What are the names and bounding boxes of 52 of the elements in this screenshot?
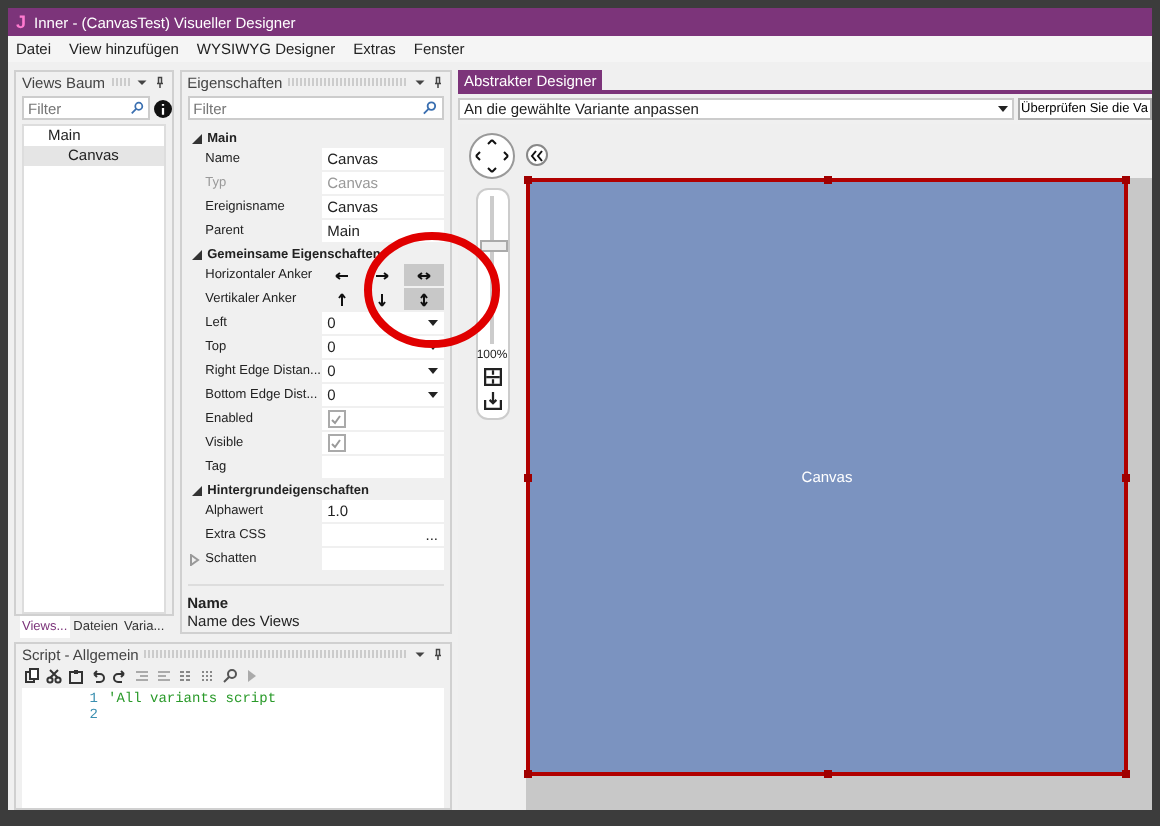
copy-icon[interactable] (24, 667, 40, 683)
app-logo: J (16, 12, 27, 32)
resize-handle[interactable] (524, 770, 532, 778)
resize-handle[interactable] (1122, 176, 1130, 184)
right-arrow-icon (374, 267, 391, 283)
collapse-button[interactable] (526, 144, 548, 166)
resize-handle[interactable] (1122, 473, 1130, 481)
collapse-icon[interactable] (191, 249, 202, 259)
pin-icon[interactable] (432, 76, 444, 88)
uncomment-icon[interactable] (200, 667, 216, 683)
fit-icon[interactable] (483, 368, 501, 386)
pin-icon[interactable] (432, 648, 444, 660)
resize-handle[interactable] (823, 176, 831, 184)
value-cell[interactable] (321, 408, 444, 430)
insert-icon[interactable] (483, 392, 501, 410)
caret-icon[interactable] (414, 648, 426, 660)
zoom-slider-thumb[interactable] (480, 239, 508, 252)
double-arrow-icon (415, 267, 432, 283)
caret-icon[interactable] (428, 367, 438, 375)
checkbox[interactable] (327, 410, 346, 428)
vertical-double-arrow-icon (415, 291, 432, 307)
collapse-icon[interactable] (191, 485, 202, 495)
up-arrow-icon (333, 291, 350, 307)
caret-icon[interactable] (414, 76, 426, 88)
double-chevron-icon (530, 149, 544, 161)
collapse-icon[interactable] (191, 133, 202, 143)
resize-handle[interactable] (823, 770, 831, 778)
undo-icon[interactable] (90, 667, 106, 683)
caret-icon (997, 105, 1008, 113)
caret-icon[interactable] (428, 319, 438, 327)
anchor-option[interactable] (403, 288, 444, 310)
caret-icon[interactable] (428, 391, 438, 399)
cut-icon[interactable] (46, 667, 62, 683)
down-arrow-icon (374, 291, 391, 307)
value-cell[interactable] (321, 432, 444, 454)
info-icon[interactable] (153, 99, 172, 117)
paste-icon[interactable] (68, 667, 84, 683)
caret-icon[interactable] (135, 76, 148, 88)
resize-handle[interactable] (1122, 770, 1130, 778)
search-icon[interactable] (222, 667, 238, 683)
redo-icon[interactable] (112, 667, 128, 683)
anchor-option[interactable] (403, 264, 444, 286)
caret-icon[interactable] (428, 343, 438, 351)
left-arrow-icon (333, 267, 350, 283)
pin-icon[interactable] (153, 76, 166, 88)
resize-handle[interactable] (524, 176, 532, 184)
pan-control-icon[interactable] (468, 132, 516, 180)
search-icon[interactable] (129, 100, 144, 116)
search-icon[interactable] (422, 100, 438, 116)
checkbox[interactable] (327, 434, 346, 452)
resize-handle[interactable] (524, 473, 532, 481)
comment-icon[interactable] (178, 667, 194, 683)
